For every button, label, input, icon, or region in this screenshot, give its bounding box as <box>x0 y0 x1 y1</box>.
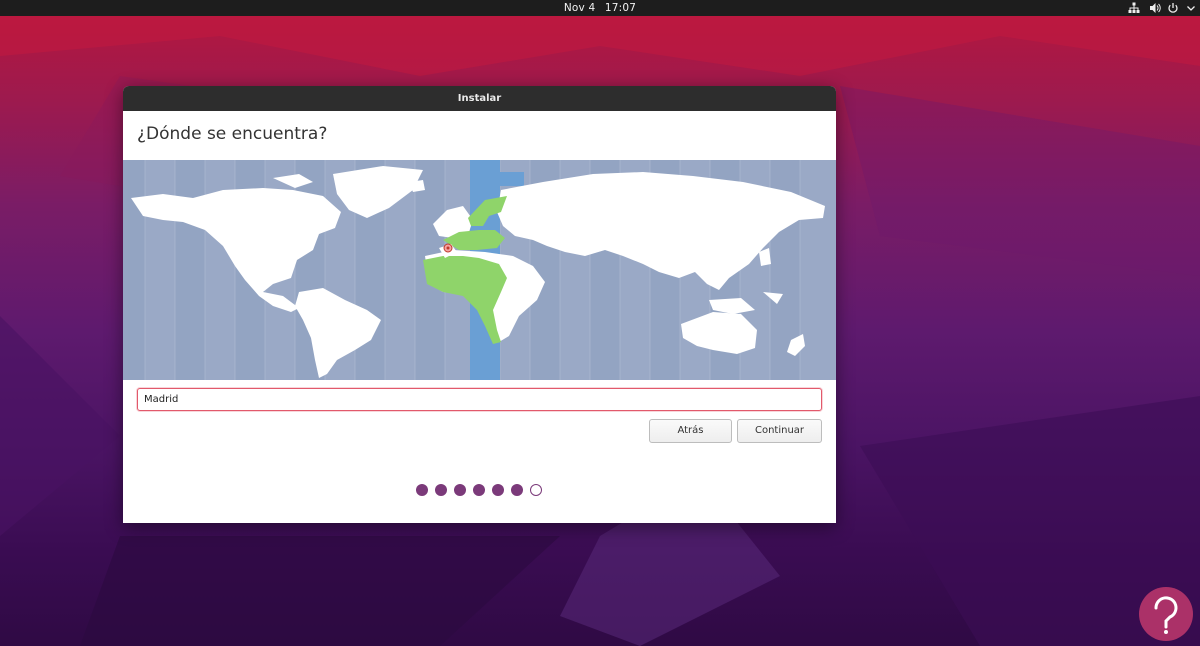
page-title: ¿Dónde se encuentra? <box>137 124 328 144</box>
location-input[interactable] <box>137 388 822 411</box>
volume-icon[interactable] <box>1149 2 1161 14</box>
progress-dot-current <box>530 484 542 496</box>
watermark-logo-icon <box>1139 587 1193 641</box>
clock-date: Nov 4 <box>563 2 596 14</box>
installer-window: Instalar ¿Dónde se encuentra? Madrid Atr… <box>123 86 836 523</box>
menu-arrow-icon[interactable] <box>1185 2 1197 14</box>
progress-dot-complete <box>473 484 485 496</box>
top-bar: Nov 4 17:07 <box>0 0 1200 16</box>
continue-button[interactable]: Continuar <box>737 419 822 443</box>
progress-dot-complete <box>511 484 523 496</box>
continent-australia <box>681 312 757 354</box>
timezone-map[interactable] <box>123 160 836 380</box>
progress-dots <box>416 484 546 497</box>
clock-time: 17:07 <box>604 2 637 14</box>
progress-dot-complete <box>435 484 447 496</box>
progress-dot-complete <box>454 484 466 496</box>
power-icon[interactable] <box>1167 2 1179 14</box>
progress-dot-complete <box>416 484 428 496</box>
back-button[interactable]: Atrás <box>649 419 732 443</box>
window-titlebar[interactable]: Instalar <box>123 86 836 111</box>
location-pin-icon <box>443 243 453 253</box>
clock[interactable]: Nov 4 17:07 <box>0 1 1200 15</box>
network-icon[interactable] <box>1128 2 1140 14</box>
progress-dot-complete <box>492 484 504 496</box>
